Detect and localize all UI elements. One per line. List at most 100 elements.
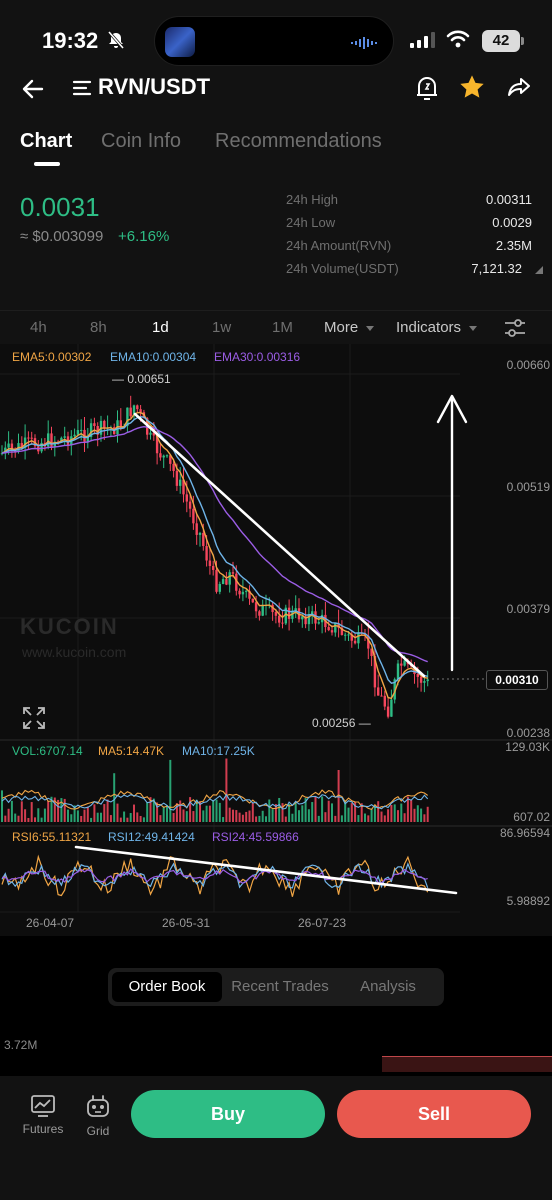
volume-bar <box>307 809 310 822</box>
volume-ma10-line <box>1 793 429 811</box>
tab-coin-info[interactable]: Coin Info <box>101 130 181 153</box>
high-price-marker: — 0.00651 <box>112 372 171 386</box>
volume-bar <box>123 811 126 822</box>
volume-bar <box>284 816 287 822</box>
volume-bar <box>420 808 423 822</box>
candle-body <box>419 676 423 683</box>
volume-bar <box>208 805 211 822</box>
candle-body <box>377 687 380 696</box>
timeframe-1d[interactable]: 1d <box>152 319 169 336</box>
pair-menu-icon[interactable] <box>72 78 92 98</box>
more-timeframes-button[interactable]: More <box>324 319 375 336</box>
volume-bar <box>67 809 69 822</box>
volume-bar <box>314 796 317 822</box>
candle-body <box>30 437 33 439</box>
volume-bar <box>215 799 218 822</box>
indicators-button[interactable]: Indicators <box>396 319 478 336</box>
timeframe-8h[interactable]: 8h <box>90 319 107 336</box>
price-chart[interactable]: KUCOIN www.kucoin.com EMA5:0.00302 EMA10… <box>0 344 552 936</box>
candle-body <box>383 695 386 707</box>
price-axis-tick: 0.00660 <box>506 358 550 372</box>
volume-bar <box>416 805 419 822</box>
volume-bar <box>245 811 248 822</box>
candle-body <box>139 409 142 413</box>
volume-bar <box>182 809 185 822</box>
volume-bar <box>426 806 429 822</box>
grid-label: Grid <box>86 1124 110 1138</box>
low-price-marker: 0.00256 — <box>312 716 371 730</box>
candle-body <box>344 634 347 636</box>
volume-bar <box>238 812 241 822</box>
volume-bar <box>357 815 360 822</box>
volume-bar <box>129 813 132 822</box>
buy-button[interactable]: Buy <box>131 1090 325 1138</box>
fiat-price: ≈ $0.003099 <box>20 228 104 245</box>
tab-recent-trades[interactable]: Recent Trades <box>222 972 338 1002</box>
sell-button[interactable]: Sell <box>337 1090 531 1138</box>
volume-bar <box>86 806 89 822</box>
candle-body <box>162 455 165 458</box>
bell-muted-icon <box>107 31 125 49</box>
timeframe-1m[interactable]: 1M <box>272 319 293 336</box>
volume-bar <box>63 798 66 822</box>
volume-bar <box>47 801 50 822</box>
share-icon[interactable] <box>506 74 532 100</box>
watermark-url: www.kucoin.com <box>22 644 127 660</box>
candle-body <box>396 663 400 680</box>
tab-analysis[interactable]: Analysis <box>338 972 438 1002</box>
timeframe-4h[interactable]: 4h <box>30 319 47 336</box>
candle-body <box>231 572 235 574</box>
favorite-star-icon[interactable] <box>458 73 486 101</box>
stat-label-amount: 24h Amount(RVN) <box>286 238 392 253</box>
volume-bar <box>172 812 175 822</box>
timeframe-1w[interactable]: 1w <box>212 319 231 336</box>
volume-bar <box>93 804 96 822</box>
stat-label-high: 24h High <box>286 192 339 207</box>
candle-body <box>10 443 14 449</box>
chart-settings-icon[interactable] <box>504 318 526 338</box>
candle-body <box>403 660 406 666</box>
volume-bar <box>169 759 172 822</box>
current-price-tag: 0.00310 <box>486 670 548 690</box>
price-alert-icon[interactable] <box>414 74 440 102</box>
ema10-legend: EMA10:0.00304 <box>110 350 197 364</box>
volume-bar <box>271 809 274 822</box>
volume-bar <box>258 815 261 822</box>
volume-bar <box>367 815 370 822</box>
timeframe-bar: 4h 8h 1d 1w 1M More Indicators <box>0 310 552 344</box>
volume-bar <box>225 758 228 822</box>
candle-body <box>334 623 337 633</box>
tab-order-book[interactable]: Order Book <box>112 972 222 1002</box>
indicators-label: Indicators <box>396 319 462 336</box>
candle-body <box>195 523 198 535</box>
tab-chart[interactable]: Chart <box>20 130 72 153</box>
volume-bar <box>413 808 416 822</box>
candle-body <box>212 565 215 570</box>
caret-down-icon <box>469 326 478 331</box>
volume-bar <box>185 811 188 822</box>
volume-bar <box>387 809 390 822</box>
candle-body <box>7 443 10 448</box>
candle-body <box>208 560 212 566</box>
futures-label: Futures <box>22 1122 64 1136</box>
fullscreen-icon[interactable] <box>22 706 46 730</box>
volume-bar <box>24 809 27 822</box>
volume-bar <box>90 817 93 822</box>
futures-button[interactable]: Futures <box>18 1094 68 1136</box>
tab-recommendations[interactable]: Recommendations <box>215 130 382 153</box>
volume-bar <box>83 809 86 822</box>
back-arrow-icon[interactable] <box>20 76 46 102</box>
depth-bar <box>382 1056 552 1072</box>
volume-bar <box>222 817 225 822</box>
dynamic-island[interactable] <box>154 16 394 66</box>
pair-title[interactable]: RVN/USDT <box>98 74 210 100</box>
grid-bot-button[interactable]: Grid <box>78 1094 118 1138</box>
x-axis-date-label: 26-04-07 <box>26 916 75 930</box>
candlestick-chart-svg[interactable] <box>0 344 552 936</box>
volume-bar <box>251 802 254 822</box>
volume-bar <box>397 810 399 822</box>
volume-bar <box>380 811 383 822</box>
volume-bar <box>265 816 267 822</box>
candle-body <box>261 605 264 616</box>
volume-bar <box>205 805 208 822</box>
